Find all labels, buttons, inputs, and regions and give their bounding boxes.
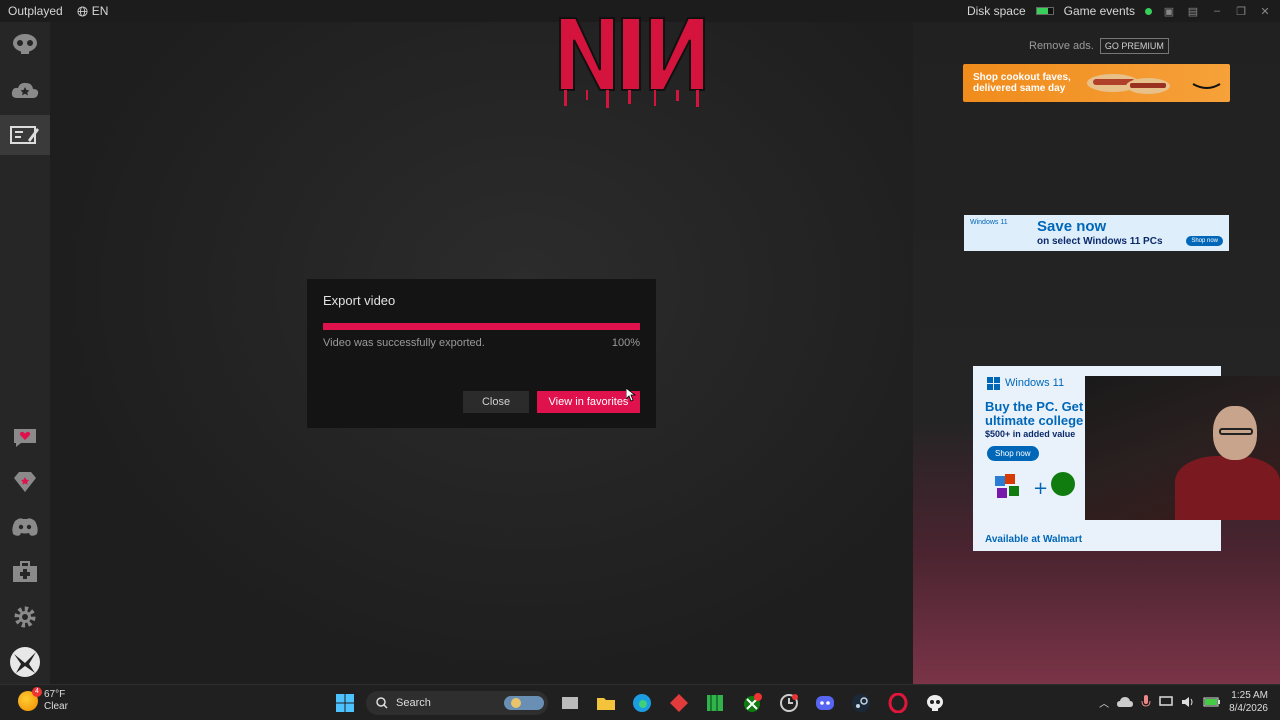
export-progress-fill [323, 323, 640, 330]
xbox-icon[interactable] [742, 693, 762, 713]
status-dot [1145, 7, 1152, 15]
heart-chat-icon [14, 429, 36, 447]
search-icon [376, 697, 388, 709]
dialog-title: Export video [323, 293, 396, 308]
battery-icon[interactable] [1203, 697, 1221, 707]
display-icon[interactable] [1159, 696, 1173, 708]
edge-icon[interactable] [632, 693, 652, 713]
close-icon[interactable]: ✕ [1258, 4, 1272, 18]
app-green-icon[interactable] [705, 693, 725, 713]
ad-column [913, 22, 1280, 684]
sidebar-item-favorites[interactable] [0, 418, 50, 458]
amazon-smile-icon [1192, 83, 1221, 89]
sidebar-item-profile[interactable] [0, 642, 50, 682]
ad3-brand: Windows 11 [1005, 377, 1065, 389]
nin-logo [559, 17, 705, 108]
skull-icon [13, 34, 37, 54]
gem-icon [14, 472, 36, 492]
sidebar-item-editor[interactable] [0, 115, 50, 155]
disk-space-fill [1036, 8, 1048, 14]
steam-icon[interactable] [851, 693, 871, 713]
person-glasses [1219, 428, 1253, 435]
app-red-diamond-icon[interactable] [669, 693, 689, 713]
taskbar: 4 67°F Clear Search ︿ 1:25 AM 8/4/2026 [0, 684, 1280, 720]
view-in-favorites-button[interactable]: View in favorites [537, 391, 640, 413]
person-shirt [1175, 456, 1280, 520]
export-status: Video was successfully exported. [323, 337, 485, 349]
avatar [10, 647, 40, 677]
weather-condition: Clear [44, 701, 68, 712]
game-events-label[interactable]: Game events [1064, 4, 1135, 18]
export-progress-bar [323, 323, 640, 330]
system-tray: ︿ 1:25 AM 8/4/2026 [1099, 689, 1268, 715]
windows-logo-icon [987, 377, 1000, 390]
volume-icon[interactable] [1181, 696, 1195, 708]
taskbar-search[interactable]: Search [366, 691, 548, 715]
ad3-subtitle: $500+ in added value [985, 429, 1076, 439]
clock-app-icon[interactable] [779, 693, 799, 713]
close-button[interactable]: Close [463, 391, 529, 413]
clock-time: 1:25 AM [1231, 690, 1268, 701]
weather-widget[interactable]: 4 67°F Clear [18, 687, 68, 713]
export-percent: 100% [611, 337, 640, 349]
gear-icon [14, 606, 36, 628]
globe-icon [77, 5, 88, 17]
food-image [1087, 74, 1170, 94]
language-selector[interactable]: EN [77, 4, 109, 18]
ad2-brand: Windows 11 [970, 219, 1008, 226]
sidebar-item-cloud[interactable] [0, 70, 50, 110]
outplayed-taskbar-icon[interactable] [925, 693, 945, 713]
ad3-headline: Buy the PC. Get ultimate college [985, 399, 1084, 428]
search-highlight-icon [504, 696, 544, 710]
disk-space-label: Disk space [966, 4, 1026, 18]
clock-date: 8/4/2026 [1229, 703, 1268, 714]
medkit-icon [13, 561, 37, 582]
ad2-subtitle: on select Windows 11 PCs [1037, 236, 1163, 247]
maximize-icon[interactable]: ❐ [1234, 4, 1248, 18]
ad3-shop-button[interactable]: Shop now [987, 446, 1039, 461]
ad2-shop-button[interactable]: Shop now [1186, 236, 1223, 246]
layout-icon[interactable]: ▤ [1186, 4, 1200, 18]
ad-banner-text: Shop cookout faves, delivered same day [973, 72, 1071, 94]
sidebar-item-home[interactable] [0, 24, 50, 64]
ad2-headline: Save now [1037, 218, 1107, 235]
moon-icon: 4 [18, 687, 42, 711]
app-title: Outplayed [8, 4, 63, 18]
clip-editor-icon [10, 126, 39, 144]
chevron-up-icon[interactable]: ︿ [1099, 695, 1109, 710]
remove-ads-label: Remove ads. [1029, 40, 1094, 52]
microphone-icon[interactable] [1141, 695, 1151, 709]
discord-taskbar-icon[interactable] [815, 693, 835, 713]
temperature: 67°F [44, 689, 66, 700]
webcam-overlay [1085, 376, 1280, 520]
task-view-icon[interactable] [560, 693, 580, 713]
export-dialog: Export video Video was successfully expo… [307, 279, 656, 428]
disk-space-meter[interactable] [1035, 7, 1054, 15]
weather-badge: 4 [32, 687, 42, 697]
mouse-cursor [626, 388, 636, 402]
sidebar-item-discord[interactable] [0, 507, 50, 547]
ad3-footer: Available at Walmart [985, 534, 1083, 545]
sidebar-item-support[interactable] [0, 552, 50, 592]
opera-icon[interactable] [888, 693, 908, 713]
minimize-icon[interactable]: – [1210, 4, 1224, 18]
sidebar-item-settings[interactable] [0, 597, 50, 637]
search-label: Search [396, 697, 431, 709]
discord-icon [12, 518, 38, 536]
capture-icon[interactable]: ▣ [1162, 4, 1176, 18]
product-icons: + [995, 472, 1075, 499]
go-premium-button[interactable]: GO PREMIUM [1099, 38, 1169, 54]
cloud-star-icon [11, 82, 39, 98]
clock[interactable]: 1:25 AM 8/4/2026 [1229, 689, 1268, 715]
ad-banner-cookout[interactable]: Shop cookout faves, delivered same day [963, 64, 1230, 102]
file-explorer-icon[interactable] [596, 693, 616, 713]
start-icon[interactable] [335, 693, 355, 713]
sidebar-item-premium[interactable] [0, 462, 50, 502]
onedrive-icon[interactable] [1117, 696, 1134, 708]
ad-banner-windows[interactable]: Windows 11 Save now on select Windows 11… [964, 215, 1229, 251]
language-label: EN [91, 4, 109, 18]
svg-text:+: + [1033, 478, 1048, 499]
remove-ads: Remove ads. GO PREMIUM [1029, 38, 1169, 54]
sidebar [0, 22, 50, 684]
